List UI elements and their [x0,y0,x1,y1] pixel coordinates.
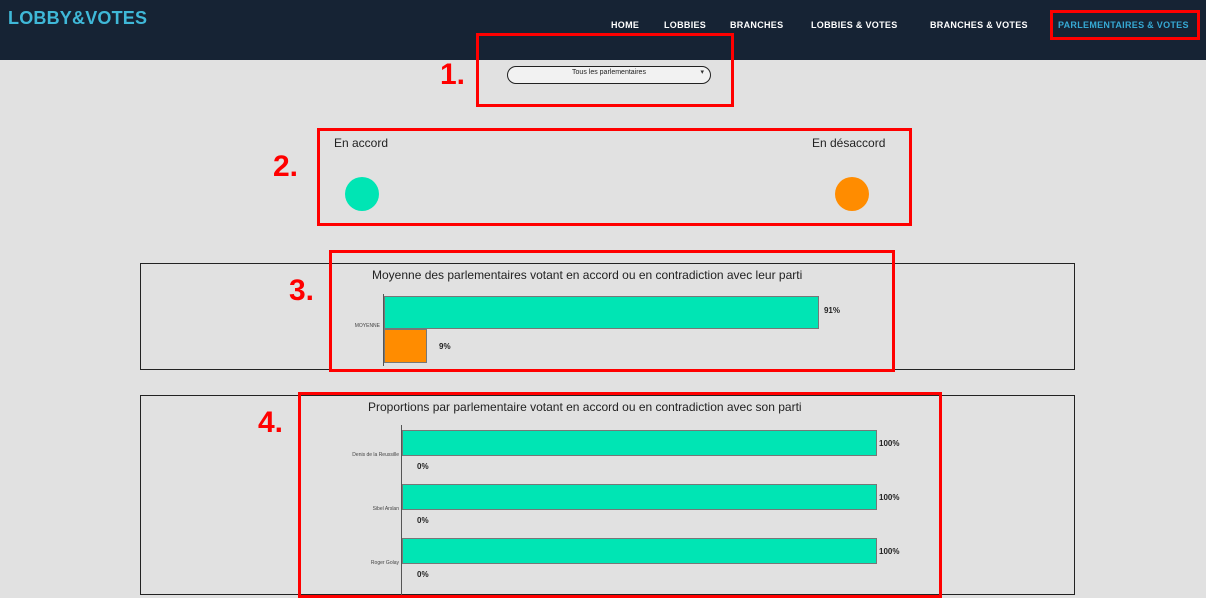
legend-disagree-dot [835,177,869,211]
legend-agree-dot [345,177,379,211]
nav-lobbies[interactable]: LOBBIES [664,20,706,30]
member-agree-bar [402,430,877,456]
nav-highlight-box [1050,10,1200,40]
average-chart-title: Moyenne des parlementaires votant en acc… [372,268,803,282]
average-disagree-value-label: 9% [439,342,451,351]
member-agree-bar [402,484,877,510]
member-disagree-value-label: 0% [417,570,429,579]
parlementaire-filter-select[interactable]: Tous les parlementaires ▾ [507,66,711,84]
member-agree-value-label: 100% [879,439,900,448]
member-agree-bar [402,538,877,564]
member-row-label: Denis de la Reussille [352,452,399,458]
average-agree-bar [384,296,819,329]
member-agree-value-label: 100% [879,493,900,502]
average-row-label: MOYENNE [354,323,380,329]
average-disagree-bar [384,329,428,363]
members-chart-title: Proportions par parlementaire votant en … [368,400,802,414]
nav-home[interactable]: HOME [611,20,639,30]
nav-branches[interactable]: BRANCHES [730,20,783,30]
brand-logo[interactable]: LOBBY&VOTES [8,8,147,29]
chevron-down-icon: ▾ [700,69,704,76]
member-row-label: Sibel Arslan [372,506,399,512]
member-agree-value-label: 100% [879,547,900,556]
annotation-number-1: 1. [440,58,466,91]
annotation-number-3: 3. [289,274,315,307]
legend-agree-label: En accord [334,136,389,150]
average-agree-value-label: 91% [823,306,840,315]
select-value: Tous les parlementaires [572,69,646,76]
member-disagree-value-label: 0% [417,462,429,471]
member-row-label: Roger Golay [370,560,399,566]
annotation-number-4: 4. [258,406,284,439]
member-disagree-value-label: 0% [417,516,429,525]
legend-disagree-label: En désaccord [812,136,886,150]
nav-branches-votes[interactable]: BRANCHES & VOTES [930,20,1028,30]
annotation-number-2: 2. [273,150,299,183]
nav-lobbies-votes[interactable]: LOBBIES & VOTES [811,20,898,30]
